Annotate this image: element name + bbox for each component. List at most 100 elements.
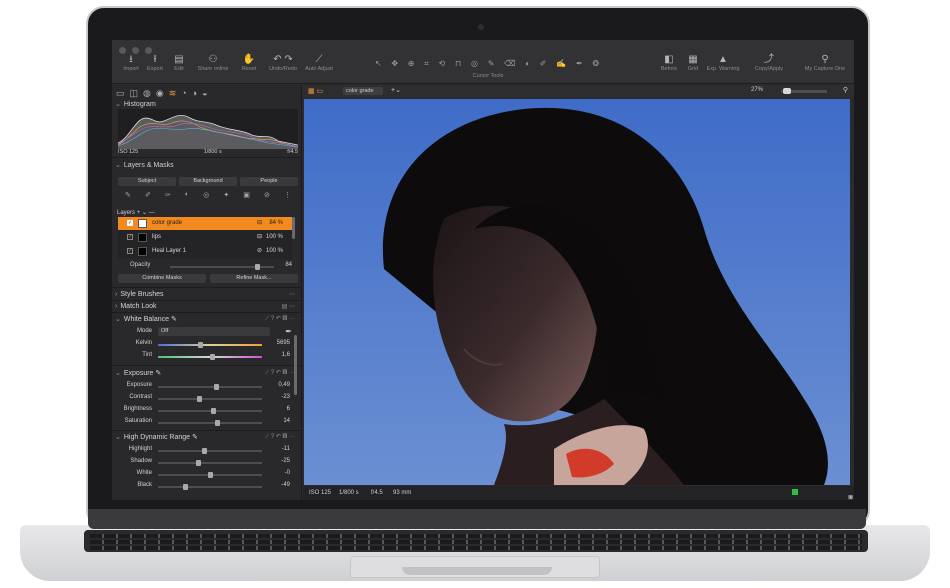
black-slider-handle[interactable] bbox=[183, 484, 189, 490]
exposure-slider[interactable] bbox=[158, 384, 262, 390]
lens-tab-icon[interactable]: ◍ bbox=[143, 88, 151, 100]
keystone-cursor-icon[interactable]: ⊓ bbox=[455, 59, 461, 68]
zoom-cursor-icon[interactable]: ⊕ bbox=[408, 59, 415, 68]
add-variant-icon[interactable]: +⌄ bbox=[391, 86, 401, 94]
highlight-slider-handle[interactable] bbox=[201, 448, 207, 454]
kelvin-slider[interactable] bbox=[158, 342, 262, 348]
layer-row[interactable]: ✓ Heal Layer 1 ⊘ 100 % bbox=[118, 245, 292, 258]
layer-row[interactable]: ✓ color grade ⊟ 84 % bbox=[118, 217, 292, 230]
magic-brush-icon[interactable]: ✦ bbox=[223, 191, 229, 199]
black-slider[interactable] bbox=[158, 484, 262, 490]
kelvin-value[interactable]: 5695 bbox=[260, 340, 290, 346]
kelvin-slider-handle[interactable] bbox=[197, 342, 203, 348]
saturation-slider[interactable] bbox=[158, 420, 262, 426]
tool-actions[interactable]: ⟋ ? ↶ ▤ ⋯ bbox=[265, 369, 295, 377]
tint-slider-handle[interactable] bbox=[210, 354, 216, 360]
tool-actions[interactable]: ⟋ ? ↶ ▤ ⋯ bbox=[265, 433, 295, 441]
more-icon[interactable]: ▤ ⋯ bbox=[282, 303, 295, 310]
opacity-slider[interactable] bbox=[170, 264, 274, 270]
exposure-value[interactable]: 0,49 bbox=[260, 382, 290, 388]
wb-mode-select[interactable]: Off bbox=[158, 327, 270, 336]
brush-tool-icon[interactable]: ✎ bbox=[125, 191, 131, 199]
brightness-value[interactable]: 6 bbox=[260, 406, 290, 412]
match-look-header[interactable]: › Match Look bbox=[115, 303, 157, 310]
wb-picker-cursor-icon[interactable]: ✒ bbox=[576, 59, 583, 68]
undo-redo-button[interactable]: ↶ ↷ Undo/Redo bbox=[266, 54, 300, 72]
color-tab-icon[interactable]: ◔ bbox=[181, 88, 186, 100]
eraser-cursor-icon[interactable]: ⌫ bbox=[504, 59, 515, 68]
close-window-button[interactable] bbox=[119, 47, 126, 54]
style-brushes-header[interactable]: › Style Brushes bbox=[115, 291, 164, 298]
combine-masks-button[interactable]: Combine Masks bbox=[118, 274, 206, 283]
opacity-slider-handle[interactable] bbox=[255, 264, 261, 270]
shadow-slider[interactable] bbox=[158, 460, 262, 466]
background-mask-button[interactable]: Background bbox=[179, 177, 237, 186]
white-value[interactable]: -0 bbox=[260, 470, 290, 476]
shadow-slider-handle[interactable] bbox=[195, 460, 201, 466]
layer-row[interactable]: ✓ lips ⊟ 100 % bbox=[118, 231, 292, 244]
gradient-cursor-icon[interactable]: ◐ bbox=[525, 59, 530, 68]
remove-layer-icon[interactable]: — bbox=[149, 210, 155, 216]
subject-mask-button[interactable]: Subject bbox=[118, 177, 176, 186]
brush-add-icon[interactable]: ✐ bbox=[145, 191, 151, 199]
saturation-value[interactable]: 14 bbox=[260, 418, 290, 424]
grid-button[interactable]: ▦ Grid bbox=[676, 54, 710, 72]
white-slider-handle[interactable] bbox=[208, 472, 213, 478]
eyedropper-icon[interactable]: ✒ bbox=[285, 327, 292, 336]
exposure-header[interactable]: ⌄ Exposure ✎ bbox=[115, 369, 161, 377]
refine-mask-button[interactable]: Refine Mask... bbox=[210, 274, 298, 283]
highlight-slider[interactable] bbox=[158, 448, 262, 454]
pan-cursor-icon[interactable]: ✥ bbox=[391, 59, 398, 68]
settings-icon[interactable]: ⊞ bbox=[848, 494, 853, 500]
layer-list-scrollbar[interactable] bbox=[292, 217, 295, 239]
magnifier-icon[interactable]: ⚲ bbox=[843, 86, 848, 94]
tool-panel-scrollbar[interactable] bbox=[294, 335, 297, 395]
gradient-icon[interactable]: ◐ bbox=[185, 191, 189, 199]
layers-masks-header[interactable]: ⌄ Layers & Masks bbox=[115, 161, 174, 169]
capture-tab-icon[interactable]: ◫ bbox=[130, 88, 139, 100]
people-mask-button[interactable]: People bbox=[240, 177, 298, 186]
picker-icon[interactable]: ✎ bbox=[192, 434, 198, 441]
black-value[interactable]: -49 bbox=[260, 482, 290, 488]
highlight-value[interactable]: -11 bbox=[260, 446, 290, 452]
select-cursor-icon[interactable]: ↖ bbox=[375, 59, 382, 68]
zoom-window-button[interactable] bbox=[145, 47, 152, 54]
contrast-slider-handle[interactable] bbox=[196, 396, 202, 402]
auto-adjust-button[interactable]: ⟋ Auto Adjust bbox=[302, 54, 336, 72]
viewer-image[interactable] bbox=[304, 99, 850, 485]
tool-actions[interactable]: ⟋ ? ↶ ▤ ⋯ bbox=[265, 315, 295, 323]
rotate-cursor-icon[interactable]: ⟲ bbox=[439, 59, 446, 68]
brush-cursor-icon[interactable]: ✎ bbox=[488, 59, 495, 68]
color-picker-cursor-icon[interactable]: ❂ bbox=[592, 59, 599, 68]
erase-icon[interactable]: ✑ bbox=[165, 191, 171, 199]
minimize-window-button[interactable] bbox=[132, 47, 139, 54]
spot-cursor-icon[interactable]: ◎ bbox=[471, 59, 478, 68]
add-layer-icon[interactable]: + ⌄ bbox=[137, 210, 149, 216]
hdr-header[interactable]: ⌄ High Dynamic Range ✎ bbox=[115, 433, 198, 441]
copy-apply-button[interactable]: ⤴ Copy/Apply bbox=[752, 54, 786, 72]
contrast-slider[interactable] bbox=[158, 396, 262, 402]
share-online-button[interactable]: ⚇ Share online bbox=[196, 54, 230, 72]
output-tab-icon[interactable]: ◒ bbox=[202, 88, 207, 100]
picker-icon[interactable]: ✎ bbox=[171, 316, 177, 323]
variant-select[interactable]: color grade bbox=[343, 87, 383, 95]
histogram-header[interactable]: ⌄ Histogram bbox=[115, 100, 156, 108]
white-balance-header[interactable]: ⌄ White Balance ✎ bbox=[115, 315, 177, 323]
layer-checkbox[interactable]: ✓ bbox=[127, 234, 133, 240]
contrast-value[interactable]: -23 bbox=[260, 394, 290, 400]
picker-icon[interactable]: ✎ bbox=[155, 370, 161, 377]
tint-slider[interactable] bbox=[158, 354, 262, 360]
white-slider[interactable] bbox=[158, 472, 262, 478]
my-capture-one-button[interactable]: ⚲ My Capture One bbox=[802, 54, 848, 72]
brightness-slider-handle[interactable] bbox=[211, 408, 217, 414]
library-tab-icon[interactable]: ▭ bbox=[116, 88, 125, 100]
edit-button[interactable]: ▤ Edit bbox=[162, 54, 196, 72]
reset-button[interactable]: ✋ Reset bbox=[232, 54, 266, 72]
radial-icon[interactable]: ◎ bbox=[203, 191, 209, 199]
color-tag[interactable] bbox=[792, 489, 798, 495]
crop-cursor-icon[interactable]: ⌗ bbox=[424, 59, 429, 69]
saturation-slider-handle[interactable] bbox=[215, 420, 221, 426]
zoom-slider-handle[interactable] bbox=[783, 88, 791, 94]
picker-cursor-icon[interactable]: ✐ bbox=[540, 59, 547, 68]
brightness-slider[interactable] bbox=[158, 408, 262, 414]
